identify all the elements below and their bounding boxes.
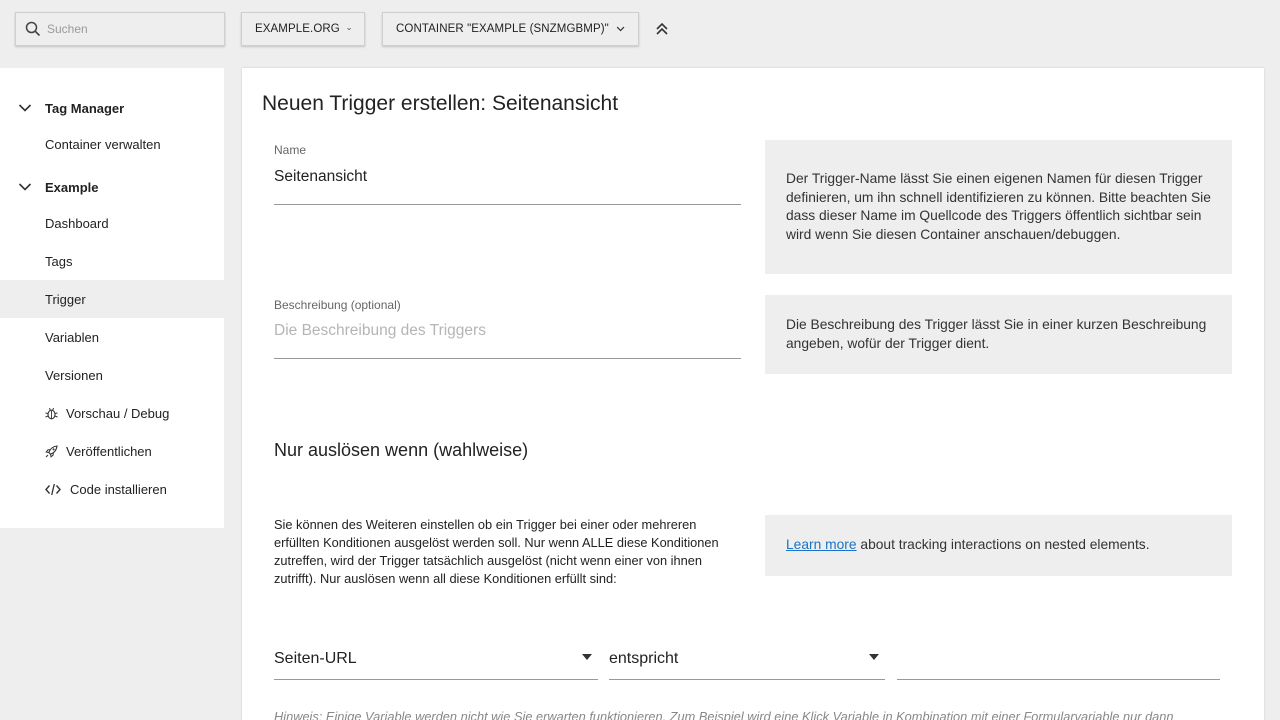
sidebar-item-vorschau-debug[interactable]: Vorschau / Debug	[0, 394, 224, 432]
name-field-label: Name	[274, 143, 307, 157]
chevron-down-icon	[18, 183, 32, 191]
collapse-menu-button[interactable]	[652, 18, 672, 40]
nested-elements-help-text: Learn more about tracking interactions o…	[786, 536, 1150, 555]
description-field[interactable]	[274, 322, 741, 359]
bug-icon	[45, 407, 58, 419]
sidebar-item-versionen[interactable]: Versionen	[0, 356, 224, 394]
sidebar-item-label: Dashboard	[45, 215, 109, 231]
trigger-form-card: Neuen Trigger erstellen: Seitenansicht N…	[242, 68, 1264, 720]
condition-variable-value: Seiten-URL	[274, 649, 357, 667]
dropdown-arrow-icon	[869, 654, 879, 660]
chevron-down-icon	[18, 104, 32, 112]
sidebar-item-container-verwalten[interactable]: Container verwalten	[0, 125, 224, 163]
page-title: Neuen Trigger erstellen: Seitenansicht	[262, 92, 619, 115]
sidebar-item-variablen[interactable]: Variablen	[0, 318, 224, 356]
conditions-section-title: Nur auslösen wenn (wahlweise)	[274, 440, 529, 460]
name-help-box: Der Trigger-Name lässt Sie einen eigenen…	[765, 140, 1232, 274]
sidebar-item-label: Veröffentlichen	[66, 443, 152, 459]
sidebar-group-example[interactable]: Example	[0, 168, 224, 206]
sidebar-item-dashboard[interactable]: Dashboard	[0, 204, 224, 242]
search-input[interactable]	[47, 22, 207, 36]
container-selector-button[interactable]: CONTAINER "EXAMPLE (SNZMGBMP)"	[382, 12, 639, 46]
container-selector-label: CONTAINER "EXAMPLE (SNZMGBMP)"	[396, 23, 609, 35]
conditions-description: Sie können des Weiteren einstellen ob ei…	[274, 517, 719, 586]
sidebar-item-label: Variablen	[45, 329, 99, 345]
nested-elements-help-box: Learn more about tracking interactions o…	[765, 515, 1232, 576]
code-icon	[45, 483, 61, 495]
sidebar-item-tags[interactable]: Tags	[0, 242, 224, 280]
rocket-icon	[45, 444, 58, 458]
chevron-down-icon	[616, 26, 625, 32]
sidebar-item-label: Trigger	[45, 291, 86, 307]
condition-value-field[interactable]	[897, 638, 1220, 680]
description-field-label: Beschreibung (optional)	[274, 298, 401, 312]
site-selector-button[interactable]: EXAMPLE.ORG	[241, 12, 365, 46]
sidebar-item-label: Vorschau / Debug	[66, 405, 170, 421]
description-help-box: Die Beschreibung des Trigger lässt Sie i…	[765, 295, 1232, 374]
description-help-text: Die Beschreibung des Trigger lässt Sie i…	[786, 317, 1207, 351]
learn-more-link[interactable]: Learn more	[786, 537, 857, 552]
sidebar: Tag Manager Container verwalten Example …	[0, 68, 224, 528]
chevron-down-icon	[347, 27, 351, 31]
learn-more-suffix: about tracking interactions on nested el…	[856, 537, 1150, 553]
dropdown-arrow-icon	[582, 654, 592, 660]
sidebar-group-tag-manager[interactable]: Tag Manager	[0, 89, 224, 127]
sidebar-item-label: Versionen	[45, 367, 103, 383]
site-selector-label: EXAMPLE.ORG	[255, 23, 340, 35]
sidebar-group-label: Example	[45, 179, 99, 195]
sidebar-item-label: Container verwalten	[45, 136, 161, 152]
sidebar-item-label: Code installieren	[70, 481, 167, 497]
sidebar-item-label: Tags	[45, 253, 73, 269]
search-icon	[25, 21, 41, 37]
sidebar-group-label: Tag Manager	[45, 100, 125, 116]
sidebar-item-veroeffentlichen[interactable]: Veröffentlichen	[0, 432, 224, 470]
condition-operator-value: entspricht	[609, 649, 679, 667]
description-input[interactable]	[274, 322, 741, 340]
double-chevron-up-icon	[656, 22, 668, 35]
name-input[interactable]	[274, 168, 741, 186]
search-box[interactable]	[15, 12, 225, 46]
variables-hint: Hinweis: Einige Variable werden nicht wi…	[274, 709, 1174, 720]
sidebar-item-trigger[interactable]: Trigger	[0, 280, 224, 318]
condition-operator-select[interactable]: entspricht	[609, 638, 885, 680]
condition-variable-select[interactable]: Seiten-URL	[274, 638, 598, 680]
sidebar-item-code-installieren[interactable]: Code installieren	[0, 470, 224, 508]
name-help-text: Der Trigger-Name lässt Sie einen eigenen…	[786, 171, 1211, 242]
name-field[interactable]	[274, 168, 741, 205]
